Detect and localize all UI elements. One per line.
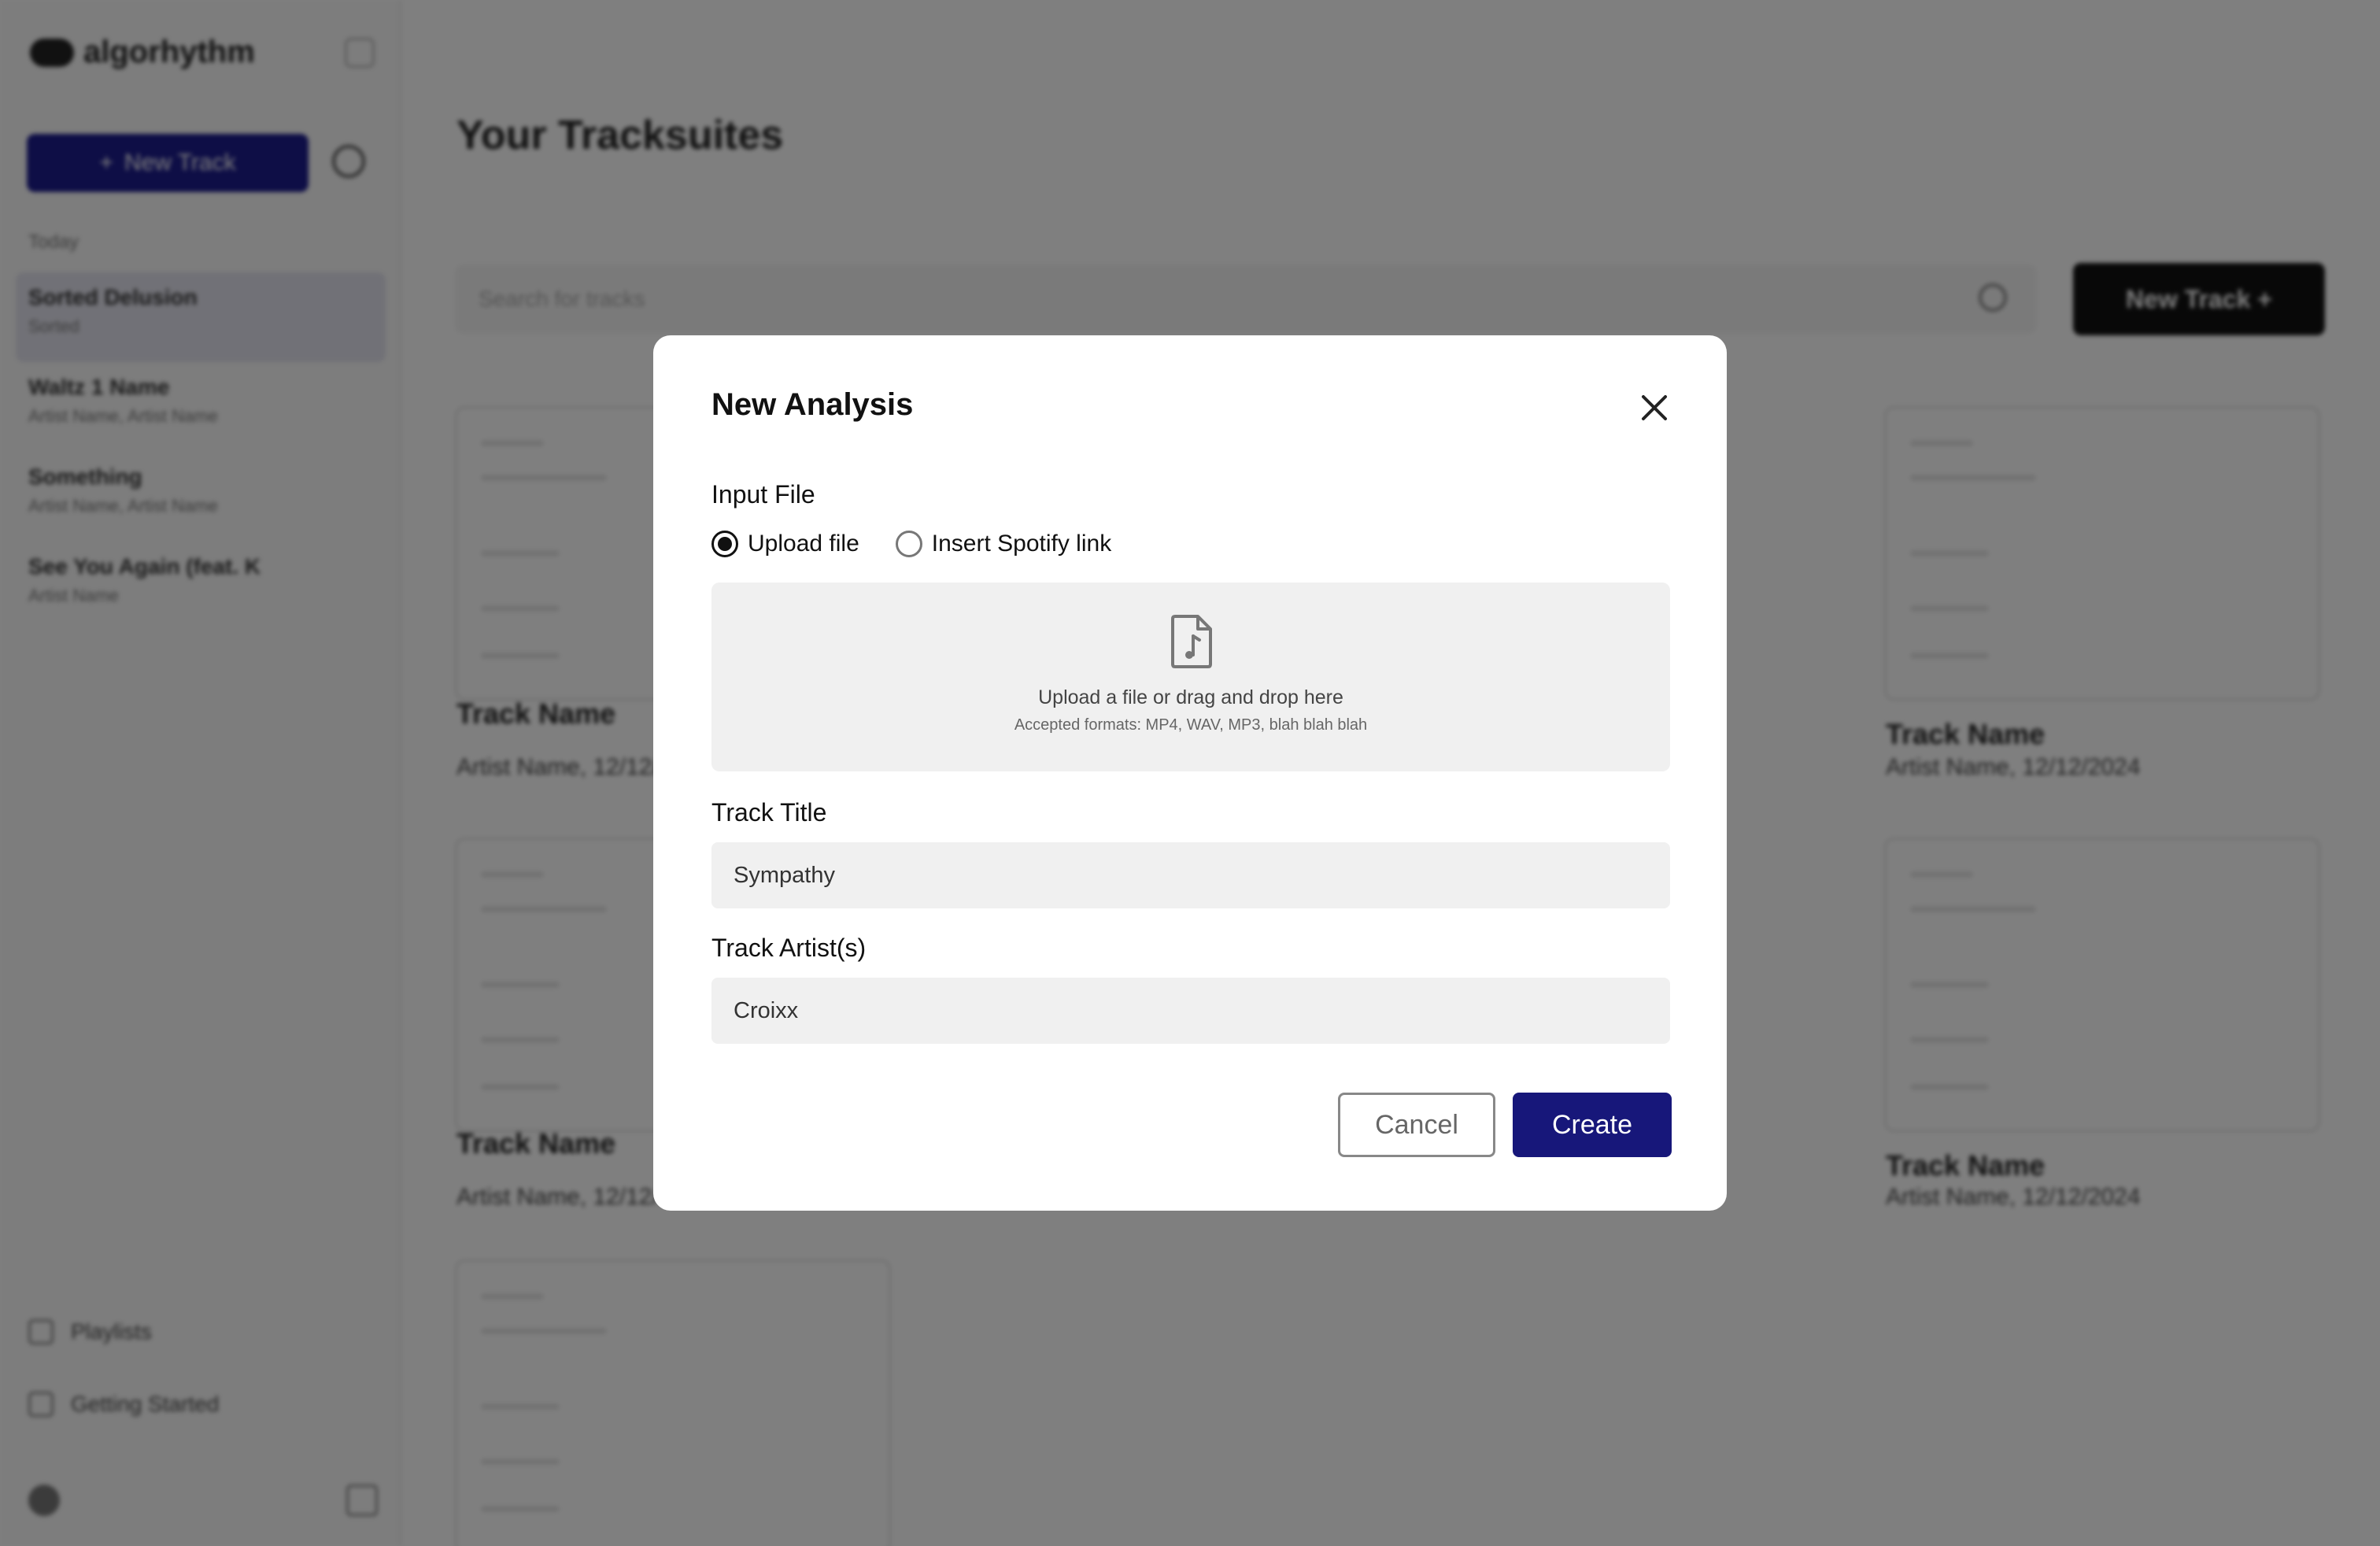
radio-button-checked[interactable] <box>711 531 738 557</box>
input-source-radio-group: Upload file Insert Spotify link <box>711 531 1148 557</box>
radio-label: Insert Spotify link <box>931 531 1112 557</box>
close-icon[interactable] <box>1637 390 1672 425</box>
dropzone-formats: Accepted formats: MP4, WAV, MP3, blah bl… <box>1014 716 1368 734</box>
music-file-icon <box>1171 615 1212 668</box>
radio-button[interactable] <box>895 531 922 557</box>
radio-spotify-link[interactable]: Insert Spotify link <box>895 531 1112 557</box>
track-title-input[interactable] <box>711 842 1670 908</box>
dialog-title: New Analysis <box>711 387 914 422</box>
input-file-label: Input File <box>711 480 815 509</box>
radio-label: Upload file <box>748 531 859 557</box>
new-analysis-dialog: New Analysis Input File Upload file Inse… <box>653 335 1727 1211</box>
create-button[interactable]: Create <box>1513 1093 1672 1157</box>
file-dropzone[interactable]: Upload a file or drag and drop here Acce… <box>711 583 1670 771</box>
cancel-button[interactable]: Cancel <box>1338 1093 1495 1157</box>
track-title-label: Track Title <box>711 798 827 827</box>
dropzone-text: Upload a file or drag and drop here <box>1038 686 1343 708</box>
track-artists-label: Track Artist(s) <box>711 934 867 962</box>
track-artists-input[interactable] <box>711 978 1670 1044</box>
radio-upload-file[interactable]: Upload file <box>711 531 859 557</box>
